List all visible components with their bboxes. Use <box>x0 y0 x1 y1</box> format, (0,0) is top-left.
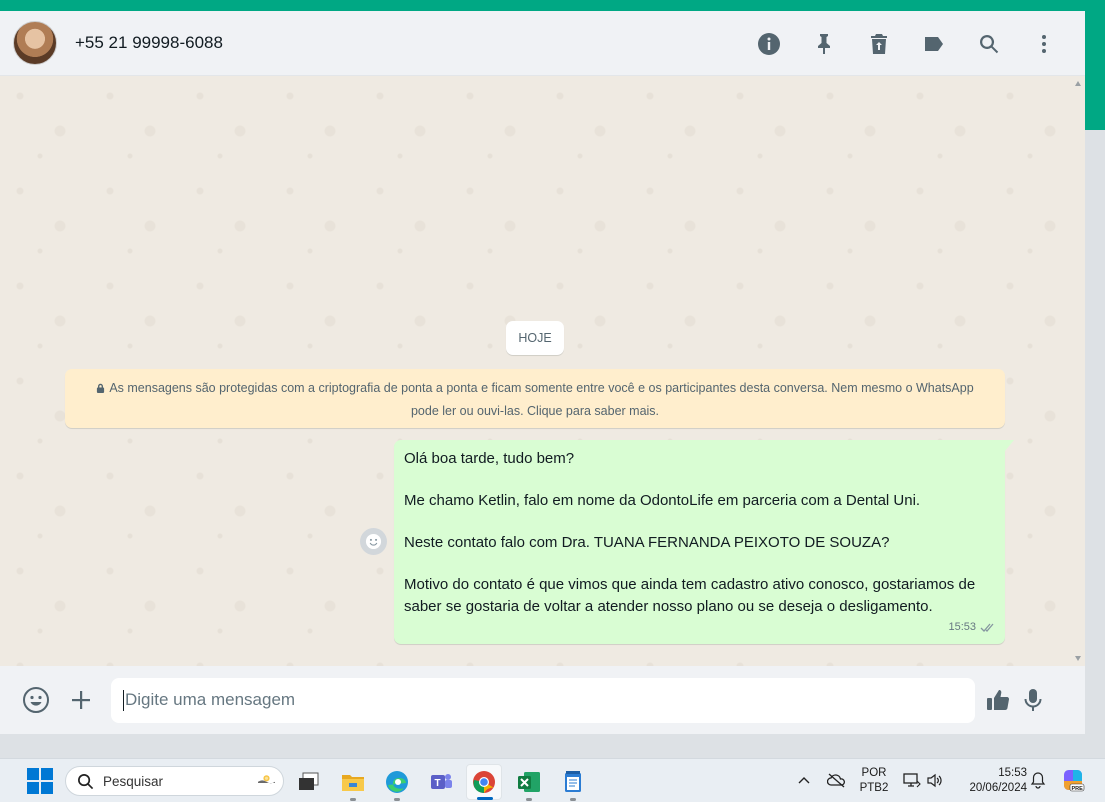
window-accent-strip <box>0 0 1105 11</box>
message-tail <box>1005 440 1014 451</box>
file-explorer-icon[interactable] <box>335 764 371 801</box>
input-language-indicator[interactable]: POR PTB2 <box>855 766 893 796</box>
encryption-notice[interactable]: As mensagens são protegidas com a cripto… <box>65 369 1005 428</box>
excel-icon[interactable] <box>511 764 547 801</box>
keyboard-layout: PTB2 <box>859 782 889 794</box>
encryption-notice-text: As mensagens são protegidas com a cripto… <box>109 381 974 418</box>
message-input[interactable] <box>111 677 975 723</box>
label-icon[interactable] <box>922 32 946 56</box>
windows-start-icon[interactable] <box>27 768 53 794</box>
side-gray-area <box>1085 130 1105 758</box>
attach-plus-icon[interactable] <box>66 685 96 715</box>
teams-icon[interactable]: T <box>423 764 459 800</box>
search-icon <box>78 773 94 789</box>
message-text-line: Motivo do contato é que vimos que ainda … <box>404 576 976 615</box>
message-text-line: Olá boa tarde, tudo bem? <box>404 450 575 467</box>
outgoing-message-bubble[interactable]: Olá boa tarde, tudo bem? Me chamo Ketlin… <box>394 440 1005 644</box>
thumbs-up-icon[interactable] <box>983 685 1013 715</box>
chat-header[interactable]: +55 21 99998-6088 <box>0 11 1085 76</box>
message-time: 15:53 <box>948 621 976 633</box>
side-accent-strip <box>1085 11 1105 130</box>
day-separator: HOJE <box>506 321 564 355</box>
clock-time: 15:53 <box>998 767 1027 779</box>
system-clock[interactable]: 15:53 20/06/2024 <box>955 766 1027 796</box>
volume-icon[interactable] <box>926 772 944 789</box>
taskbar-search-box[interactable]: Pesquisar <box>65 766 284 796</box>
microphone-icon[interactable] <box>1018 685 1048 715</box>
notepad-icon[interactable] <box>555 764 591 801</box>
scroll-up-arrow-icon[interactable] <box>1075 81 1081 86</box>
scroll-down-arrow-icon[interactable] <box>1075 656 1081 661</box>
emoji-icon[interactable] <box>21 685 51 715</box>
svg-text:PRE: PRE <box>1072 786 1084 792</box>
message-text-line: Me chamo Ketlin, falo em nome da OdontoL… <box>404 492 921 509</box>
message-text-line: Neste contato falo com Dra. TUANA FERNAN… <box>404 534 890 551</box>
windows-taskbar: Pesquisar T POR PTB2 15:53 20/06/2024 PR… <box>0 758 1105 802</box>
message-composer <box>0 666 1085 734</box>
edge-browser-icon[interactable] <box>379 764 415 801</box>
reaction-button[interactable] <box>360 528 387 555</box>
search-label: Pesquisar <box>103 773 164 789</box>
smiley-icon <box>365 533 382 550</box>
chrome-browser-icon[interactable] <box>466 764 502 800</box>
header-actions <box>757 11 1085 76</box>
search-highlight-icon <box>258 775 275 784</box>
pin-icon[interactable] <box>812 32 836 56</box>
clock-date: 20/06/2024 <box>969 782 1027 794</box>
info-icon[interactable] <box>757 32 781 56</box>
whatsapp-chat-window: +55 21 99998-6088 HOJE As mensagens são … <box>0 11 1085 734</box>
trash-icon[interactable] <box>867 32 891 56</box>
double-check-icon <box>980 623 994 632</box>
contact-avatar[interactable] <box>13 21 57 65</box>
search-icon[interactable] <box>977 32 1001 56</box>
message-input-wrapper <box>111 677 975 723</box>
lock-icon <box>97 383 105 393</box>
network-icon[interactable] <box>903 772 921 789</box>
onedrive-offline-icon[interactable] <box>827 772 846 789</box>
more-vertical-icon[interactable] <box>1032 32 1056 56</box>
notification-bell-icon[interactable] <box>1030 771 1046 789</box>
svg-text:T: T <box>435 778 441 789</box>
language-code: POR <box>861 767 887 779</box>
message-meta: 15:53 <box>948 616 996 638</box>
copilot-icon[interactable]: PRE <box>1060 767 1086 793</box>
contact-name[interactable]: +55 21 99998-6088 <box>75 33 223 53</box>
task-view-icon[interactable] <box>291 764 327 800</box>
chevron-up-icon[interactable] <box>797 773 811 787</box>
